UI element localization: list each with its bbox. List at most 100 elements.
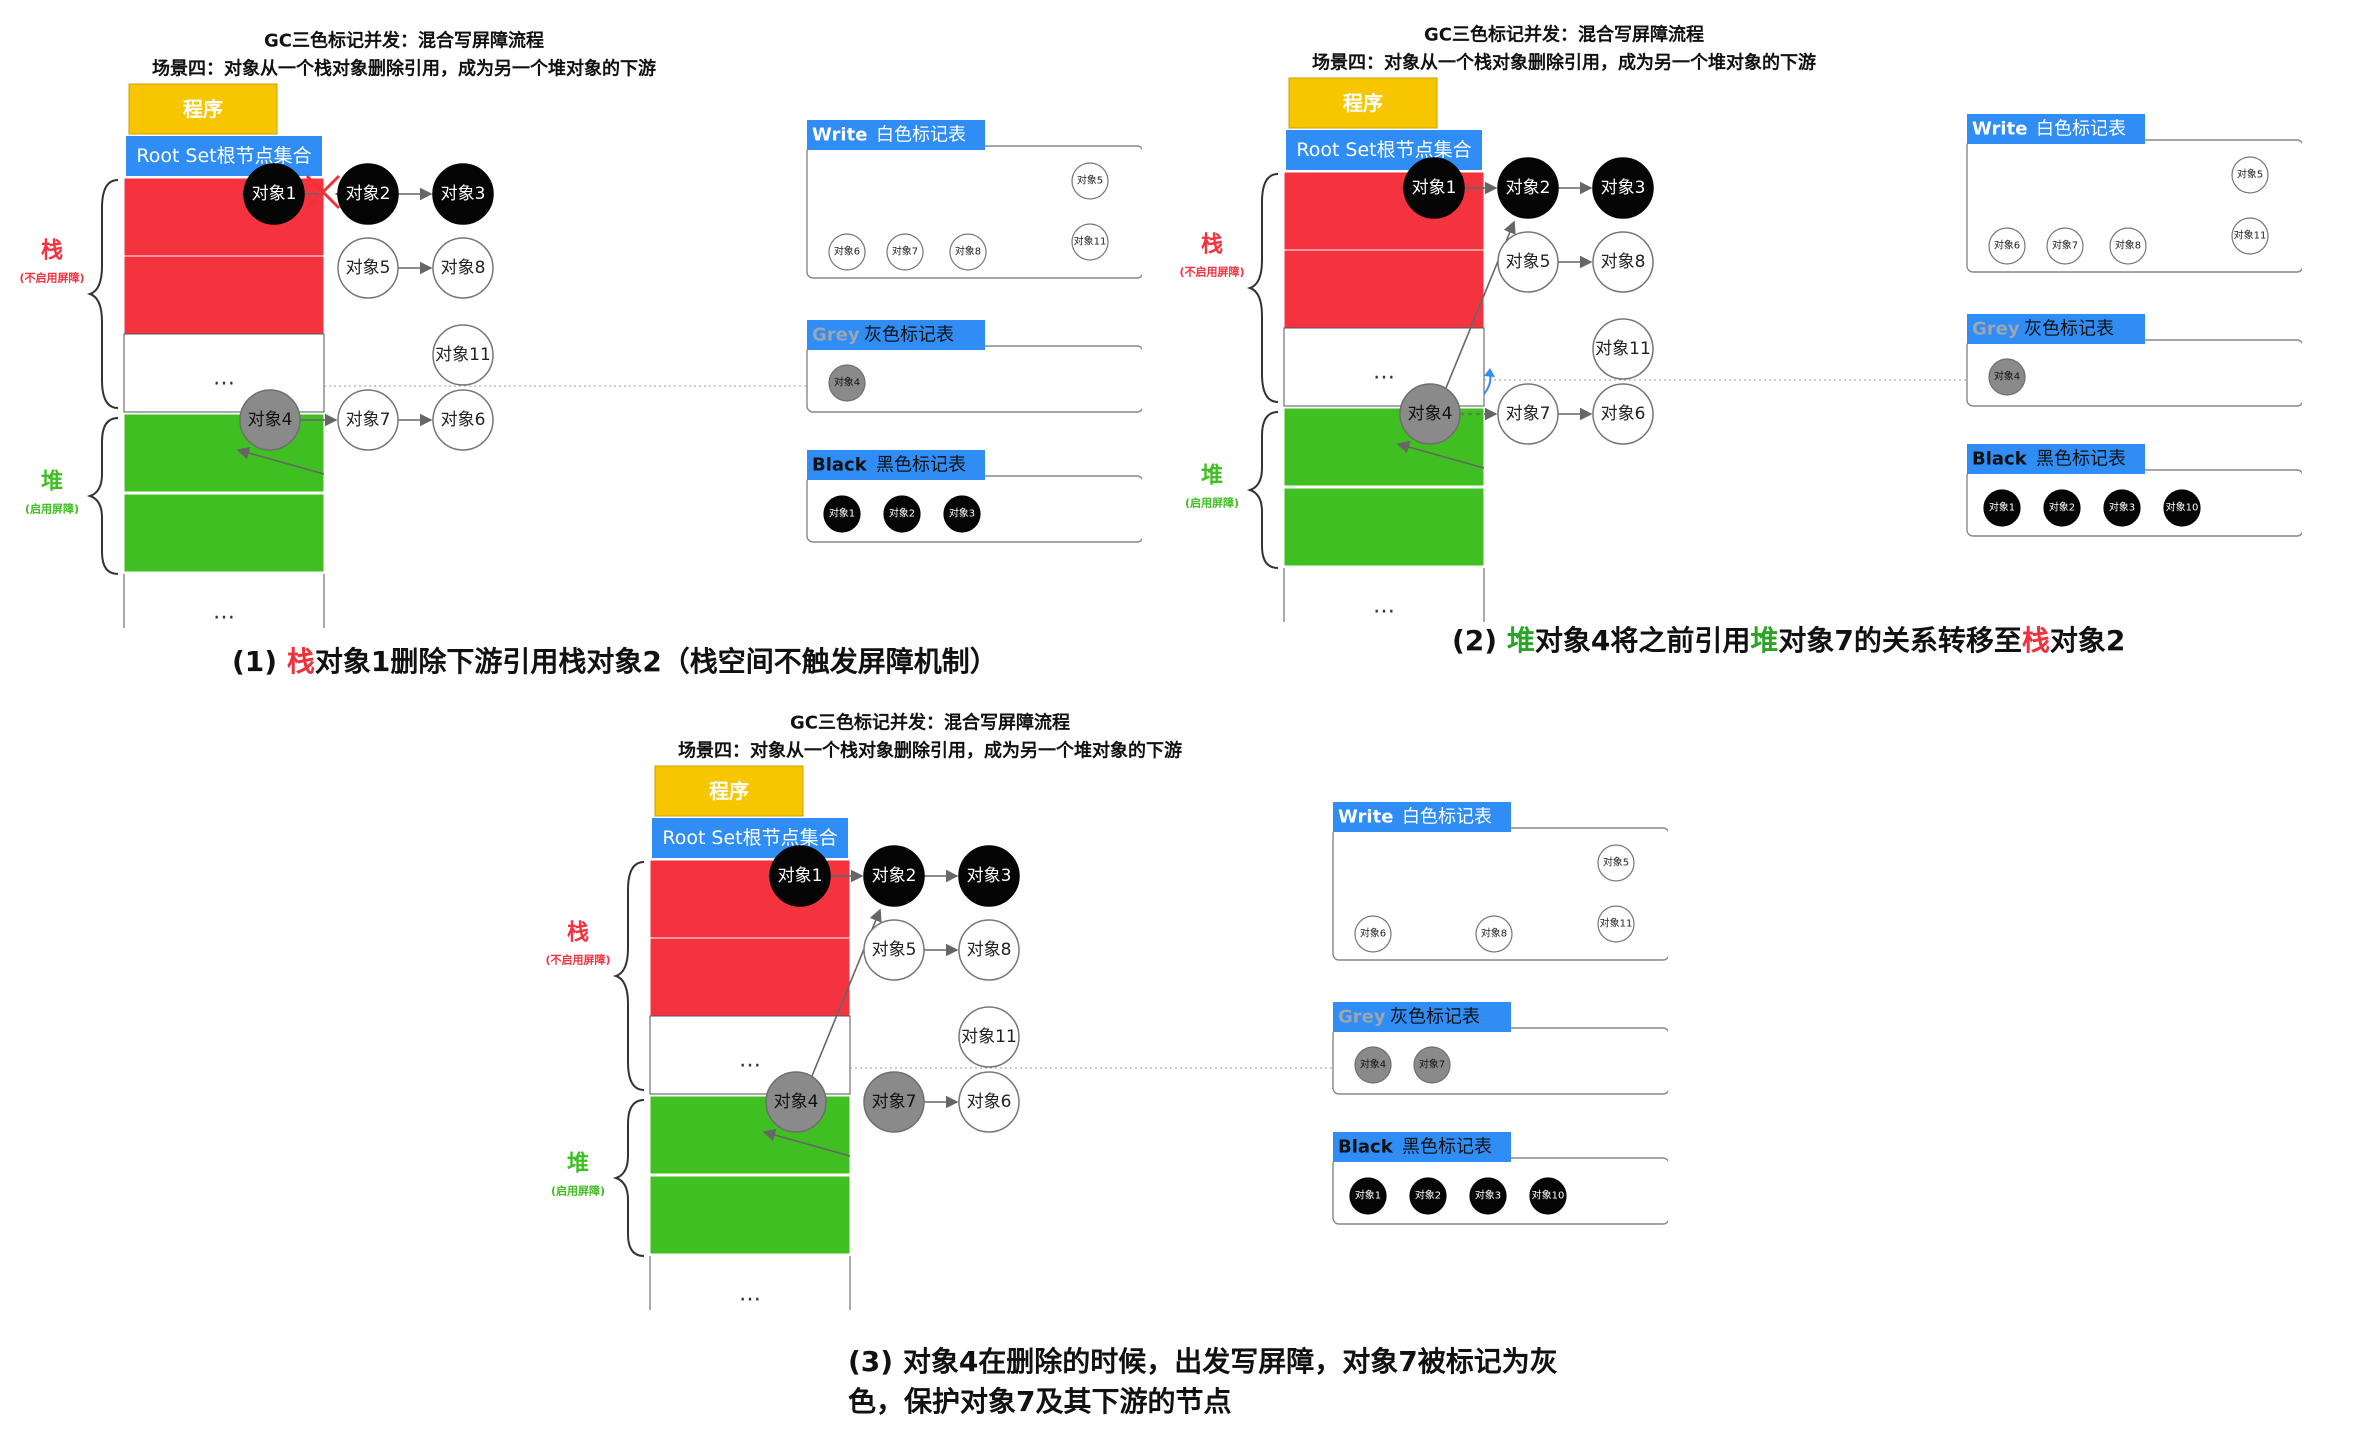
white-table-label-cn: 白色标记表 xyxy=(1402,807,1492,828)
node-label-obj4: 对象4 xyxy=(248,410,293,430)
white-table-item-label: 对象5 xyxy=(1603,856,1629,869)
heap-frame xyxy=(1283,487,1485,567)
grey-table-item-label: 对象4 xyxy=(1360,1058,1386,1071)
node-label-obj7: 对象7 xyxy=(872,1092,917,1112)
heap-sublabel: (启用屏障) xyxy=(551,1184,605,1198)
node-label-obj1: 对象1 xyxy=(252,184,297,204)
stack-label: 栈 xyxy=(567,921,589,946)
transfer-hint-arrowhead xyxy=(1484,368,1495,377)
heap-frame xyxy=(649,1175,851,1255)
grey-table-label-en: Grey xyxy=(1338,1007,1386,1028)
diagram-title: GC三色标记并发：混合写屏障流程 xyxy=(264,30,544,52)
black-table-item-label: 对象3 xyxy=(2109,501,2135,514)
root-set-label: Root Set根节点集合 xyxy=(136,145,311,167)
node-label-obj5: 对象5 xyxy=(346,258,391,278)
caption-2-highlight-2: 堆 xyxy=(1750,624,1779,657)
caption-2-text-3: 对象2 xyxy=(2049,624,2126,657)
diagram-title: GC三色标记并发：混合写屏障流程 xyxy=(790,712,1070,734)
caption-2: (2) 堆对象4将之前引用堆对象7的关系转移至栈对象2 xyxy=(1452,621,2125,661)
node-label-obj8: 对象8 xyxy=(441,258,486,278)
white-table-item-label: 对象11 xyxy=(1074,235,1107,248)
black-table-item-label: 对象2 xyxy=(889,507,915,520)
program-label: 程序 xyxy=(709,779,749,803)
black-table-label-cn: 黑色标记表 xyxy=(2036,449,2126,470)
white-table-item-label: 对象7 xyxy=(2052,239,2078,252)
node-label-obj3: 对象3 xyxy=(1601,178,1646,198)
panel-1: GC三色标记并发：混合写屏障流程 场景四：对象从一个栈对象删除引用，成为另一个堆对… xyxy=(2,8,1142,628)
stack-frame xyxy=(123,255,325,335)
white-table-item-label: 对象6 xyxy=(1360,927,1386,940)
heap-label: 堆 xyxy=(1201,464,1223,489)
stack-sublabel: (不启用屏障) xyxy=(1179,265,1244,279)
diagram-2: GC三色标记并发：混合写屏障流程场景四：对象从一个栈对象删除引用，成为另一个堆对… xyxy=(1179,24,2302,622)
node-label-obj7: 对象7 xyxy=(1506,404,1551,424)
black-table-item-label: 对象3 xyxy=(949,507,975,520)
white-table-item-label: 对象8 xyxy=(955,245,981,258)
black-table-item-label: 对象1 xyxy=(1355,1189,1381,1202)
white-table-label-cn: 白色标记表 xyxy=(876,125,966,146)
caption-1-text: 对象1删除下游引用栈对象2（栈空间不触发屏障机制） xyxy=(314,645,998,678)
white-table-item-label: 对象6 xyxy=(1994,239,2020,252)
grey-table-label-cn: 灰色标记表 xyxy=(864,325,954,346)
stack-ellipsis: … xyxy=(739,1048,761,1073)
diagram-subtitle: 场景四：对象从一个栈对象删除引用，成为另一个堆对象的下游 xyxy=(1312,52,1816,74)
white-table-label-en: Write xyxy=(1338,807,1393,828)
root-set-label: Root Set根节点集合 xyxy=(662,827,837,849)
node-label-obj11: 对象11 xyxy=(961,1027,1017,1047)
grey-table-item-label: 对象7 xyxy=(1419,1058,1445,1071)
panel-2: GC三色标记并发：混合写屏障流程 场景四：对象从一个栈对象删除引用，成为另一个堆对… xyxy=(1162,2,2302,622)
node-label-obj6: 对象6 xyxy=(967,1092,1012,1112)
black-table-label-en: Black xyxy=(812,455,868,476)
caption-2-highlight-1: 堆 xyxy=(1506,624,1535,657)
caption-1-prefix: (1) xyxy=(232,645,287,678)
caption-3-line-2: 色，保护对象7及其下游的节点 xyxy=(848,1385,1232,1418)
heap-label: 堆 xyxy=(567,1152,589,1177)
stack-sublabel: (不启用屏障) xyxy=(545,953,610,967)
stack-ellipsis: … xyxy=(213,366,235,391)
heap-ellipsis: … xyxy=(213,600,235,625)
grey-table-item-label: 对象4 xyxy=(1994,370,2020,383)
black-table-item-label: 对象1 xyxy=(829,507,855,520)
white-table-item-label: 对象5 xyxy=(2237,168,2263,181)
panel-3: GC三色标记并发：混合写屏障流程场景四：对象从一个栈对象删除引用，成为另一个堆对… xyxy=(528,690,1668,1310)
white-table-label-en: Write xyxy=(1972,119,2027,140)
node-label-obj6: 对象6 xyxy=(1601,404,1646,424)
white-table-item-label: 对象8 xyxy=(2115,239,2141,252)
heap-brace xyxy=(86,417,119,575)
stack-brace xyxy=(1246,173,1279,403)
grey-table-label-en: Grey xyxy=(812,325,860,346)
caption-2-highlight-3: 栈 xyxy=(2021,624,2050,657)
caption-1: (1) 栈对象1删除下游引用栈对象2（栈空间不触发屏障机制） xyxy=(232,642,998,682)
white-table-item-label: 对象11 xyxy=(1600,917,1633,930)
node-label-obj3: 对象3 xyxy=(967,866,1012,886)
node-label-obj3: 对象3 xyxy=(441,184,486,204)
black-table-item-label: 对象3 xyxy=(1475,1189,1501,1202)
stack-label: 栈 xyxy=(1201,233,1223,258)
caption-3: (3) 对象4在删除的时候，出发写屏障，对象7被标记为灰 色，保护对象7及其下游… xyxy=(848,1342,1558,1422)
black-table-label-en: Black xyxy=(1338,1137,1394,1158)
stack-brace xyxy=(612,861,645,1091)
node-label-obj1: 对象1 xyxy=(778,866,823,886)
diagram-subtitle: 场景四：对象从一个栈对象删除引用，成为另一个堆对象的下游 xyxy=(678,740,1182,762)
heap-brace xyxy=(1246,411,1279,569)
node-label-obj2: 对象2 xyxy=(872,866,917,886)
stack-frame xyxy=(1283,249,1485,329)
root-set-label: Root Set根节点集合 xyxy=(1296,139,1471,161)
diagram-3: GC三色标记并发：混合写屏障流程场景四：对象从一个栈对象删除引用，成为另一个堆对… xyxy=(545,712,1668,1310)
node-label-obj5: 对象5 xyxy=(1506,252,1551,272)
stack-sublabel: (不启用屏障) xyxy=(19,271,84,285)
node-label-obj6: 对象6 xyxy=(441,410,486,430)
node-label-obj4: 对象4 xyxy=(1408,404,1453,424)
diagram-1: GC三色标记并发：混合写屏障流程场景四：对象从一个栈对象删除引用，成为另一个堆对… xyxy=(19,30,1142,628)
node-label-obj11: 对象11 xyxy=(1595,339,1651,359)
white-table-item-label: 对象7 xyxy=(892,245,918,258)
node-label-obj4: 对象4 xyxy=(774,1092,819,1112)
black-table-label-en: Black xyxy=(1972,449,2028,470)
node-label-obj7: 对象7 xyxy=(346,410,391,430)
white-table-label-en: Write xyxy=(812,125,867,146)
node-label-obj1: 对象1 xyxy=(1412,178,1457,198)
stack-frame xyxy=(649,937,851,1017)
heap-sublabel: (启用屏障) xyxy=(25,502,79,516)
caption-2-prefix: (2) xyxy=(1452,624,1507,657)
node-label-obj2: 对象2 xyxy=(1506,178,1551,198)
